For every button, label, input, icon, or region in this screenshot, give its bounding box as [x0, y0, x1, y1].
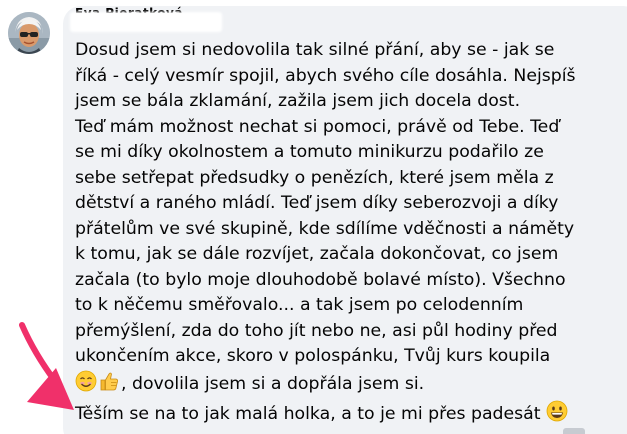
comment-line: k tomu, jak se dále rozvíjet, začala dok… [75, 244, 559, 264]
user-avatar-photo-icon [8, 12, 50, 54]
comment-line: dětství a raného mládí. Teď jsem díky se… [75, 193, 559, 213]
comment-line: Teď mám možnost nechat si pomoci, právě … [75, 116, 560, 137]
comment-text: Dosud jsem si nedovolila tak silné přání… [75, 38, 620, 431]
author-avatar[interactable] [8, 12, 50, 54]
author-name-blur [70, 12, 222, 32]
comment-line: začala (to bylo moje dlouhodobě bolavé m… [75, 269, 566, 290]
grinning-face-emoji-icon [546, 400, 568, 431]
comment-line: přátelům ve své skupině, kde sdílíme vdě… [75, 218, 575, 239]
comment-line-with-emoji: Těším se na to jak malá holka, a to je m… [75, 400, 620, 431]
comment-line-with-emojis: , dovolila jsem si a dopřála jsem si. [75, 370, 620, 401]
comment-line: sebe setřepat předsudky o penězích, kter… [75, 167, 554, 188]
comment-line: přemýšlení, zda do toho jít nebo ne, asi… [75, 320, 558, 341]
comment-line: říká - celý vesmír spojil, abych svého c… [75, 65, 576, 86]
comment-line: se mi díky okolnostem a tomuto minikurzu… [75, 142, 544, 162]
scroll-indicator[interactable] [563, 428, 585, 434]
comment-line: to k něčemu směřovalo... a tak jsem po c… [75, 295, 524, 315]
comment-line-15-text: Těším se na to jak malá holka, a to je m… [75, 404, 541, 424]
smiling-face-emoji-icon [75, 370, 97, 401]
comment-line: jsem se bála zklamání, zažila jsem jich … [75, 91, 521, 111]
comment-line: Dosud jsem si nedovolila tak silné přání… [75, 40, 555, 60]
comment-line-14-text: , dovolila jsem si a dopřála jsem si. [121, 373, 425, 394]
thumbs-up-emoji-icon [98, 370, 120, 401]
comment-screenshot: Eva Pieratková Dosud jsem si nedovolila … [0, 0, 627, 434]
comment-line: ukončením akce, skoro v polospánku, Tvůj… [75, 346, 551, 366]
